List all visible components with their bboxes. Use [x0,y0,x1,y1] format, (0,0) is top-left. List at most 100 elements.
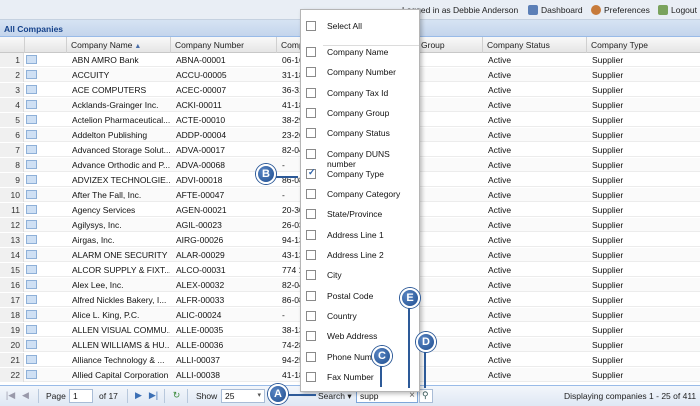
menu-item-label: City [327,270,342,281]
menu-item-field[interactable]: Company DUNS number [301,144,419,169]
row-detail-icon[interactable] [26,220,37,229]
header-company-group[interactable]: Group [416,37,482,53]
cell-company-status: Active [488,370,512,380]
paging-status: Displaying companies 1 - 25 of 411 [564,391,697,401]
next-page-icon[interactable]: ▶ [133,390,144,401]
page-size-select[interactable]: 25 ▾ [221,389,265,403]
checkbox[interactable] [306,47,316,57]
row-number: 13 [0,233,24,247]
row-detail-icon[interactable] [26,325,37,334]
header-company-name[interactable]: Company Name ▲ [66,37,170,53]
menu-item-field[interactable]: Phone Number [301,347,419,367]
callout-e: E [400,288,420,308]
cell-company-type: Supplier [592,310,624,320]
row-detail-icon[interactable] [26,250,37,259]
first-page-icon[interactable]: |◀ [5,390,16,401]
menu-item-field[interactable]: Company Number [301,62,419,82]
row-detail-icon[interactable] [26,280,37,289]
menu-item-field[interactable]: State/Province [301,204,419,224]
menu-item-field[interactable]: Company Status [301,123,419,143]
checkbox[interactable] [306,351,316,362]
row-detail-icon[interactable] [26,370,37,379]
row-detail-icon[interactable] [26,115,37,124]
row-detail-icon[interactable] [26,310,37,319]
menu-item-field[interactable]: Company Group [301,103,419,123]
menu-item-field[interactable]: Address Line 2 [301,245,419,265]
checkbox[interactable] [306,128,316,139]
checkbox[interactable] [306,310,316,321]
checkbox[interactable] [306,189,316,200]
cell-company-type: Supplier [592,160,624,170]
page-number-input[interactable]: 1 [69,389,93,403]
checkbox[interactable] [306,21,316,31]
menu-item-field[interactable]: Country [301,306,419,326]
menu-item-field[interactable]: Company Category [301,184,419,204]
preferences-link[interactable]: Preferences [591,5,650,15]
row-detail-icon[interactable] [26,100,37,109]
checkbox[interactable] [306,250,316,260]
menu-item-label: Postal Code [327,290,374,301]
header-company-status[interactable]: Company Status [482,37,586,53]
refresh-icon[interactable]: ↻ [171,390,182,401]
menu-item-field[interactable]: Address Line 1 [301,225,419,245]
row-detail-icon[interactable] [26,205,37,214]
checkbox[interactable] [306,229,316,240]
menu-item-field[interactable]: Fax Number [301,367,419,387]
cell-company-status: Active [488,205,512,215]
row-detail-icon[interactable] [26,190,37,199]
checkbox[interactable] [306,371,316,382]
row-detail-icon[interactable] [26,55,37,64]
row-detail-icon[interactable] [26,85,37,94]
row-number: 22 [0,368,24,382]
menu-item-field[interactable]: Web Address [301,326,419,346]
checkbox[interactable] [306,209,316,220]
checkbox[interactable] [306,107,316,118]
row-number: 8 [0,158,24,172]
menu-item-field[interactable]: Company Tax Id [301,83,419,103]
header-company-number[interactable]: Company Number [170,37,276,53]
menu-item-field[interactable]: Company Type [301,164,419,184]
checkbox[interactable] [306,167,316,179]
row-detail-icon[interactable] [26,295,37,304]
search-button[interactable]: ⚲ [419,389,433,403]
row-detail-icon[interactable] [26,340,37,349]
row-detail-icon[interactable] [26,130,37,139]
cell-company-name: Alliance Technology & ... [72,355,165,365]
last-page-icon[interactable]: ▶| [148,390,159,401]
menu-item-label: Company Group [327,107,390,118]
menu-item-label: Address Line 2 [327,250,384,260]
header-company-type[interactable]: Company Type [586,37,700,53]
row-number: 4 [0,98,24,112]
checkbox[interactable] [306,290,316,301]
page-label: Page [46,391,66,401]
row-number: 19 [0,323,24,337]
prev-page-icon[interactable]: ◀ [20,390,31,401]
checkbox[interactable] [306,67,316,78]
row-detail-icon[interactable] [26,70,37,79]
dashboard-link[interactable]: Dashboard [528,5,583,15]
checkbox[interactable] [306,331,316,342]
row-detail-icon[interactable] [26,355,37,364]
header-company-partial[interactable]: Comp [276,37,300,53]
logout-icon [658,5,668,15]
search-field-menu[interactable]: Search ▾ [318,391,352,402]
row-detail-icon[interactable] [26,175,37,184]
row-detail-icon[interactable] [26,160,37,169]
menu-item-field[interactable]: Select All [301,16,419,36]
menu-item-field[interactable]: Company Name [301,42,419,62]
row-detail-icon[interactable] [26,145,37,154]
cell-company-number: ABNA-00001 [176,55,226,65]
checkbox[interactable] [306,270,316,281]
checkbox[interactable] [306,87,316,98]
menu-item-field[interactable]: City [301,265,419,285]
cell-company-number: ADDP-00004 [176,130,227,140]
row-detail-icon[interactable] [26,265,37,274]
cell-company-number: ALLI-00037 [176,355,220,365]
row-number: 20 [0,338,24,352]
row-number: 1 [0,53,24,67]
checkbox[interactable] [306,148,316,159]
cell-company-partial: - [282,190,285,200]
callout-c: C [372,346,392,366]
logout-link[interactable]: Logout [658,5,697,15]
row-detail-icon[interactable] [26,235,37,244]
